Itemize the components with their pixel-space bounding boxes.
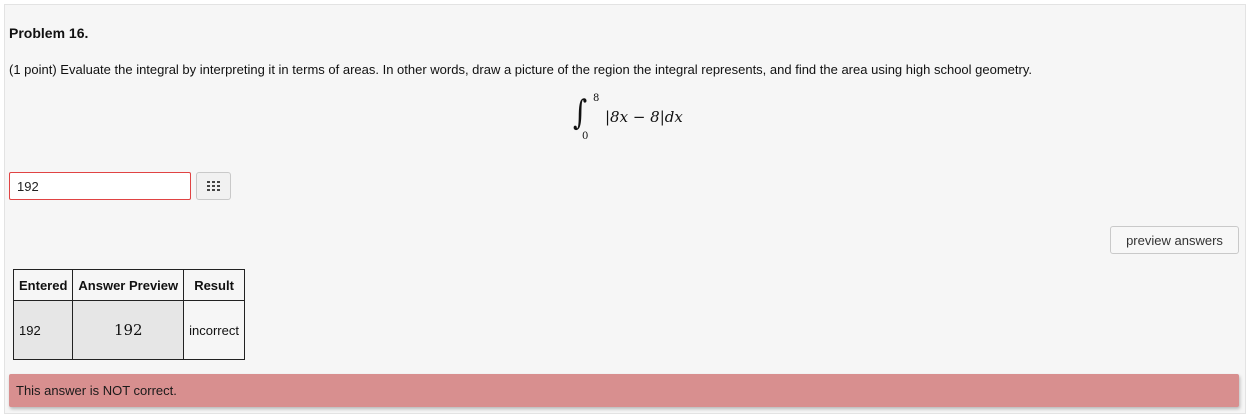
answer-input[interactable] — [9, 172, 191, 200]
header-answer-preview: Answer Preview — [72, 269, 185, 301]
integral-expression: ∫ 8 0 |8x − 8|dx — [573, 93, 693, 143]
grid-icon — [207, 181, 220, 191]
integral-sign-icon: ∫ — [573, 93, 588, 133]
equation-palette-button[interactable] — [196, 172, 231, 200]
results-header-row: Entered Answer Preview Result — [12, 269, 245, 301]
integrand: |8x − 8|dx — [605, 108, 683, 126]
preview-answers-button[interactable]: preview answers — [1110, 226, 1239, 254]
problem-panel: Problem 16. (1 point) Evaluate the integ… — [4, 4, 1246, 414]
integral-upper-limit: 8 — [593, 93, 600, 104]
integral-lower-limit: 0 — [582, 131, 589, 142]
problem-statement: (1 point) Evaluate the integral by inter… — [9, 62, 1032, 77]
result-cell: incorrect — [183, 300, 245, 360]
answer-preview-cell: 192 — [72, 300, 185, 360]
feedback-alert: This answer is NOT correct. — [9, 374, 1239, 407]
header-entered: Entered — [12, 269, 74, 301]
entered-cell: 192 — [12, 300, 74, 360]
header-result: Result — [183, 269, 245, 301]
problem-title: Problem 16. — [9, 25, 89, 41]
table-row: 192 192 incorrect — [12, 300, 245, 360]
results-table: Entered Answer Preview Result 192 192 in… — [12, 269, 245, 360]
